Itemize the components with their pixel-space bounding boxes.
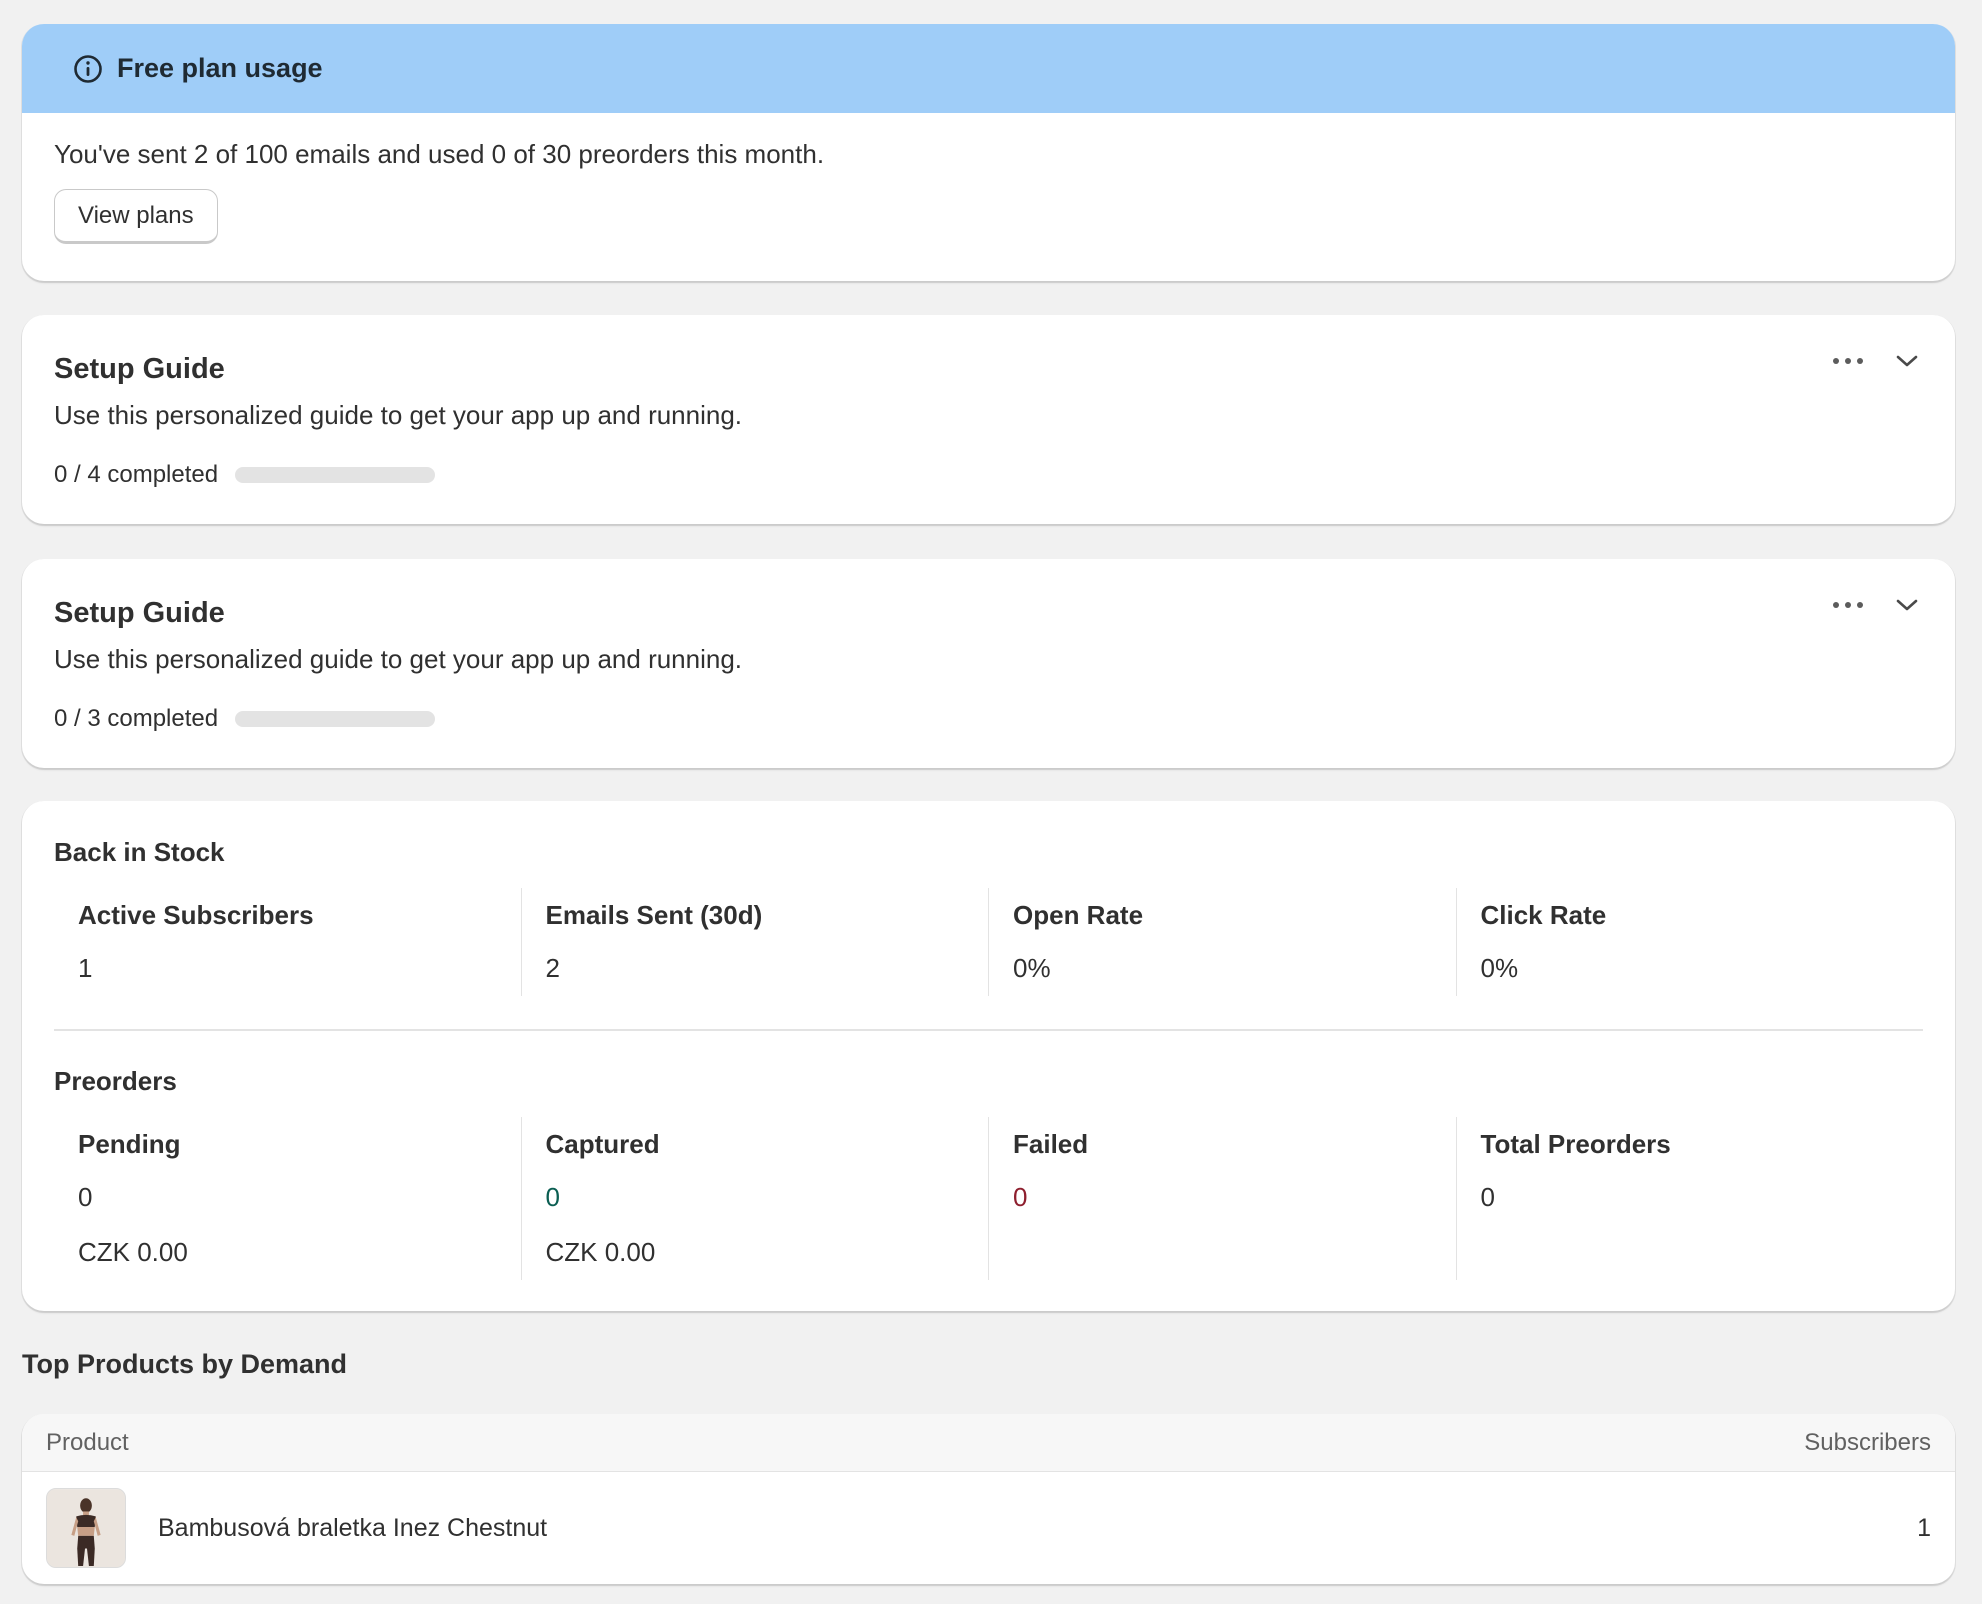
metric-failed: Failed 0 <box>988 1116 1456 1280</box>
setup-guide-progress-label: 0 / 3 completed <box>54 705 219 732</box>
product-thumbnail <box>46 1488 126 1568</box>
metric-value: 2 <box>545 953 560 983</box>
column-header-product: Product <box>46 1428 129 1456</box>
setup-guide-description: Use this personalized guide to get your … <box>54 644 743 674</box>
stats-card: Back in Stock Active Subscribers 1 Email… <box>22 801 1955 1311</box>
setup-guide-description: Use this personalized guide to get your … <box>54 400 743 430</box>
chevron-down-icon[interactable] <box>1895 597 1919 613</box>
metric-captured: Captured 0 CZK 0.00 <box>520 1116 989 1280</box>
product-name[interactable]: Bambusová braletka Inez Chestnut <box>158 1514 1917 1543</box>
metric-amount: CZK 0.00 <box>78 1236 188 1267</box>
metric-value: 0 <box>545 1181 560 1212</box>
setup-guide-title: Setup Guide <box>54 353 225 385</box>
chevron-down-icon[interactable] <box>1895 353 1919 369</box>
table-row[interactable]: Bambusová braletka Inez Chestnut 1 <box>22 1472 1955 1584</box>
preorders-title: Preorders <box>54 1065 177 1096</box>
metric-emails-sent: Emails Sent (30d) 2 <box>520 888 989 996</box>
section-divider <box>54 1029 1923 1031</box>
metric-click-rate: Click Rate 0% <box>1455 888 1924 996</box>
view-plans-button[interactable]: View plans <box>54 189 218 244</box>
metric-value: 0 <box>1013 1181 1028 1212</box>
setup-guide-progress-bar <box>235 467 436 483</box>
info-icon <box>73 54 103 84</box>
metric-label: Pending <box>78 1128 181 1159</box>
metric-label: Click Rate <box>1480 900 1607 930</box>
top-products-heading: Top Products by Demand <box>22 1349 348 1379</box>
back-in-stock-metrics: Active Subscribers 1 Emails Sent (30d) 2… <box>54 888 1923 996</box>
more-actions-icon[interactable] <box>1831 356 1865 366</box>
metric-value: 1 <box>78 953 93 983</box>
column-header-subscribers: Subscribers <box>1804 1428 1931 1456</box>
metric-label: Open Rate <box>1013 900 1144 930</box>
setup-guide-card: Setup Guide Use this personalized guide … <box>22 559 1955 768</box>
metric-total-preorders: Total Preorders 0 <box>1455 1116 1924 1280</box>
plan-usage-banner: Free plan usage You've sent 2 of 100 ema… <box>22 24 1955 281</box>
metric-pending: Pending 0 CZK 0.00 <box>54 1117 521 1280</box>
metric-active-subscribers: Active Subscribers 1 <box>54 888 521 996</box>
subscriber-count: 1 <box>1917 1513 1931 1542</box>
table-header: Product Subscribers <box>22 1414 1955 1472</box>
setup-guide-progress-label: 0 / 4 completed <box>54 461 219 488</box>
metric-amount: CZK 0.00 <box>545 1236 656 1267</box>
preorders-metrics: Pending 0 CZK 0.00 Captured 0 CZK 0.00 F… <box>54 1116 1924 1280</box>
metric-label: Active Subscribers <box>78 900 314 930</box>
metric-label: Total Preorders <box>1480 1128 1671 1159</box>
setup-guide-title: Setup Guide <box>54 597 225 629</box>
metric-value: 0 <box>78 1181 93 1212</box>
metric-open-rate: Open Rate 0% <box>988 888 1456 996</box>
metric-value: 0 <box>1480 1181 1495 1212</box>
metric-label: Failed <box>1013 1128 1089 1159</box>
metric-value: 0% <box>1480 953 1519 983</box>
banner-message: You've sent 2 of 100 emails and used 0 o… <box>54 139 825 169</box>
more-actions-icon[interactable] <box>1831 600 1865 610</box>
metric-label: Emails Sent (30d) <box>545 900 763 930</box>
metric-label: Captured <box>545 1128 660 1159</box>
setup-guide-progress-bar <box>235 711 436 727</box>
top-products-table: Product Subscribers Bambusová braletka I… <box>22 1414 1955 1584</box>
back-in-stock-title: Back in Stock <box>54 837 225 867</box>
metric-value: 0% <box>1013 953 1051 983</box>
banner-title: Free plan usage <box>117 53 323 83</box>
banner-header: Free plan usage <box>22 24 1955 113</box>
setup-guide-card: Setup Guide Use this personalized guide … <box>22 315 1955 524</box>
